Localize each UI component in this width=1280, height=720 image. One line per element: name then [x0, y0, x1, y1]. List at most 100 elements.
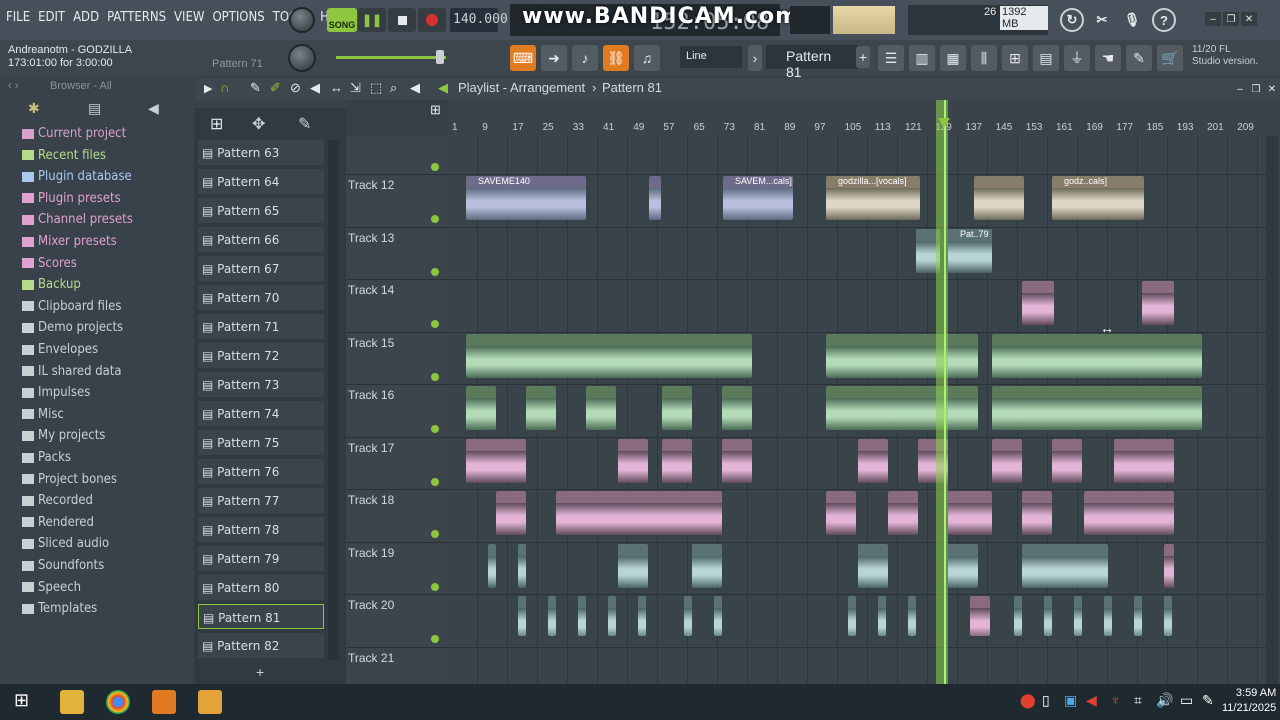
- audio-clip[interactable]: [848, 596, 856, 636]
- tray-mic-icon[interactable]: ✎: [1202, 692, 1214, 709]
- pattern-item[interactable]: ▤ Pattern 80: [198, 575, 324, 600]
- tray-fl-icon[interactable]: ♆: [1110, 692, 1121, 708]
- pattern-scrollbar[interactable]: [328, 140, 338, 660]
- audio-clip[interactable]: [526, 386, 556, 430]
- browser-item[interactable]: Sliced audio: [22, 536, 109, 551]
- snap-icon[interactable]: ✱: [28, 100, 40, 117]
- audio-clip[interactable]: [518, 543, 526, 588]
- typing-keyboard-icon[interactable]: ⌨: [510, 45, 536, 71]
- audio-clip[interactable]: [1164, 543, 1174, 588]
- audio-clip[interactable]: [692, 543, 722, 588]
- pattern-item[interactable]: ▤ Pattern 73: [198, 372, 324, 397]
- slice-icon[interactable]: ⇲: [350, 80, 361, 96]
- pattern-item[interactable]: ▤ Pattern 72: [198, 343, 324, 368]
- track-mute-led[interactable]: [431, 267, 439, 276]
- browser-item[interactable]: Backup: [22, 277, 81, 292]
- tray-network-icon[interactable]: ⌗: [1134, 692, 1142, 709]
- pattern-item[interactable]: ▤ Pattern 66: [198, 227, 324, 252]
- audio-clip[interactable]: [1114, 438, 1174, 483]
- browser-arrows[interactable]: ‹ ›: [8, 80, 18, 92]
- audio-clip[interactable]: [948, 491, 992, 535]
- browser-item[interactable]: Recorded: [22, 493, 93, 508]
- pattern-item[interactable]: ▤ Pattern 64: [198, 169, 324, 194]
- audio-clip[interactable]: [1134, 596, 1142, 636]
- audio-clip[interactable]: [466, 438, 526, 483]
- track-mute-led[interactable]: [431, 635, 439, 643]
- audio-clip[interactable]: [826, 491, 856, 535]
- browser-item[interactable]: Mixer presets: [22, 234, 117, 249]
- tempo-tapper-icon[interactable]: ☚: [1095, 45, 1121, 71]
- mixer-icon[interactable]: ⫼: [971, 45, 997, 71]
- playhead-line[interactable]: [944, 100, 946, 684]
- menu-patterns[interactable]: PATTERNS: [107, 10, 166, 25]
- tray-clipboard-icon[interactable]: ▯: [1042, 692, 1050, 709]
- windows-start-icon[interactable]: ⊞: [14, 690, 38, 714]
- file-explorer-icon[interactable]: [60, 690, 84, 714]
- audio-clip[interactable]: SAVEM...cals]: [723, 176, 793, 220]
- audio-clip[interactable]: [1052, 438, 1082, 483]
- audio-clip[interactable]: [1014, 596, 1022, 636]
- pattern-item[interactable]: ▤ Pattern 75: [198, 430, 324, 455]
- track-name[interactable]: Track 14: [348, 283, 394, 297]
- play-icon[interactable]: ◀: [438, 80, 448, 96]
- playlist-icon[interactable]: ☰: [878, 45, 904, 71]
- bandicam-icon[interactable]: [198, 690, 222, 714]
- master-volume-knob[interactable]: [289, 7, 315, 33]
- zoom-icon[interactable]: ⌕: [390, 80, 397, 96]
- tools-icon[interactable]: ✂: [1090, 8, 1114, 32]
- pattern-select[interactable]: Pattern 81: [766, 45, 858, 80]
- track-name[interactable]: Track 16: [348, 388, 394, 402]
- track-mute-led[interactable]: [431, 215, 439, 223]
- tray-app-icon[interactable]: ◀: [1086, 692, 1097, 709]
- restore-icon[interactable]: ❐: [1223, 12, 1239, 26]
- browser-item[interactable]: Impulses: [22, 385, 90, 400]
- browser-icon[interactable]: ⊞: [1002, 45, 1028, 71]
- pattern-item[interactable]: ▤ Pattern 76: [198, 459, 324, 484]
- audio-clip[interactable]: [662, 386, 692, 430]
- browser-item[interactable]: Current project: [22, 126, 126, 141]
- song-mode-button[interactable]: SONG: [327, 8, 357, 32]
- pattern-item[interactable]: ▤ Pattern 77: [198, 488, 324, 513]
- audio-clip[interactable]: [878, 596, 886, 636]
- track-mute-led[interactable]: [431, 477, 439, 486]
- tray-monitor-icon[interactable]: ▣: [1064, 692, 1077, 709]
- slip-icon[interactable]: ↔: [330, 80, 343, 95]
- audio-clip[interactable]: [608, 596, 616, 636]
- browser-item[interactable]: Recent files: [22, 148, 106, 163]
- pattern-item[interactable]: ▤ Pattern 82: [198, 633, 324, 658]
- browser-item[interactable]: Plugin presets: [22, 191, 121, 206]
- audio-clip[interactable]: [826, 333, 978, 378]
- fl-studio-icon[interactable]: [152, 690, 176, 714]
- audio-clip[interactable]: [888, 491, 918, 535]
- help-icon[interactable]: ?: [1152, 8, 1176, 32]
- audio-clip[interactable]: [1074, 596, 1082, 636]
- delete-icon[interactable]: ⊘: [290, 80, 301, 96]
- tray-battery-icon[interactable]: ▭: [1180, 692, 1193, 709]
- track-mute-led[interactable]: [431, 425, 439, 433]
- audio-clip[interactable]: [992, 386, 1202, 430]
- audio-clip[interactable]: [970, 596, 990, 636]
- audio-clip[interactable]: Pat..79: [948, 228, 992, 273]
- pattern-item[interactable]: ▤ Pattern 81: [198, 604, 324, 629]
- audio-clip[interactable]: [1104, 596, 1112, 636]
- audio-clip[interactable]: [858, 438, 888, 483]
- track-mute-led[interactable]: [431, 320, 439, 328]
- add-pattern-icon[interactable]: +: [856, 46, 870, 68]
- minimize-icon[interactable]: –: [1205, 12, 1221, 26]
- browser-item[interactable]: Soundfonts: [22, 558, 104, 573]
- overview-strip[interactable]: [448, 100, 1266, 118]
- playlist-close-icon[interactable]: ✕: [1264, 82, 1280, 96]
- pattern-list-move-icon[interactable]: ✥: [252, 114, 265, 134]
- pattern-item[interactable]: ▤ Pattern 63: [198, 140, 324, 165]
- browser-item[interactable]: Channel presets: [22, 212, 133, 227]
- system-clock[interactable]: 3:59 AM 11/21/2025: [1222, 686, 1276, 716]
- audio-clip[interactable]: [858, 543, 888, 588]
- file-icon[interactable]: ▤: [88, 100, 101, 117]
- microphone-icon[interactable]: 🎙: [1120, 8, 1144, 32]
- playlist-vscroll[interactable]: [1266, 136, 1278, 684]
- pattern-prev-icon[interactable]: ›: [748, 45, 762, 71]
- playlist-minimize-icon[interactable]: –: [1232, 82, 1248, 96]
- link-icon[interactable]: ⛓: [603, 45, 629, 71]
- brush-icon[interactable]: ✐: [270, 80, 281, 96]
- browser-item[interactable]: Scores: [22, 256, 77, 271]
